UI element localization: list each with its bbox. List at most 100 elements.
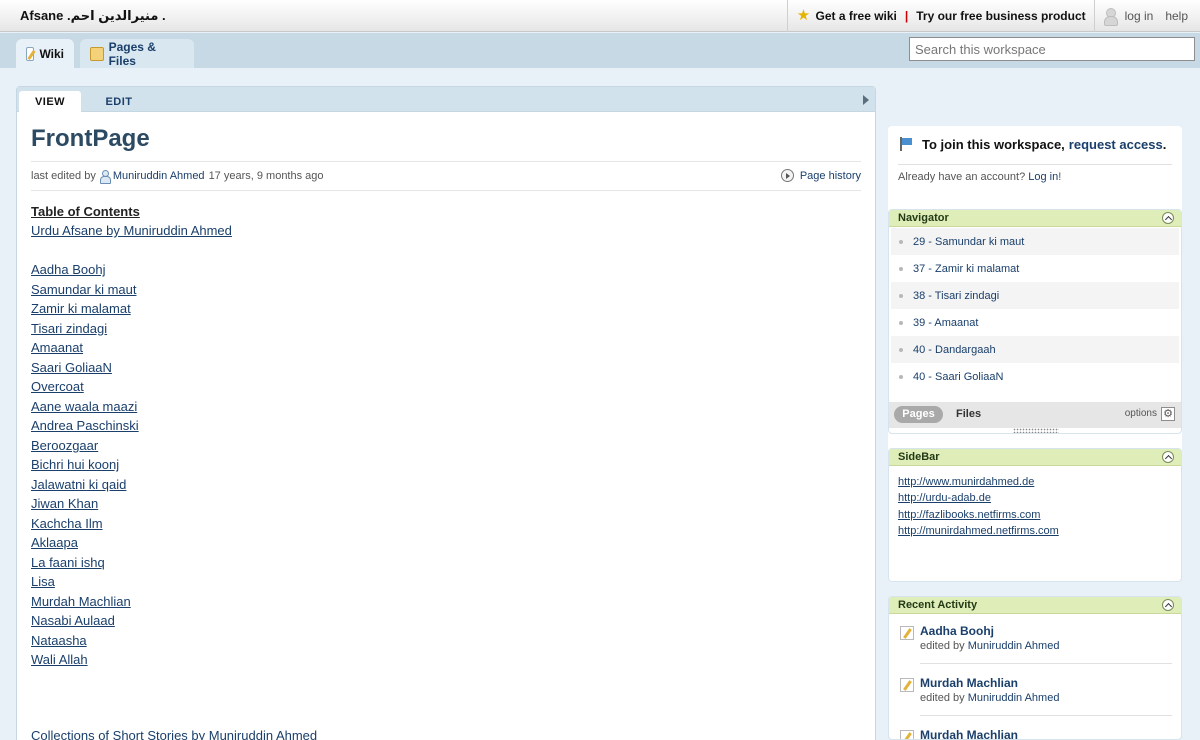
collapse-icon[interactable] <box>1162 599 1174 611</box>
activity-page-link[interactable]: Murdah Machlian <box>920 676 1018 690</box>
toc-link[interactable]: Overcoat <box>31 379 84 394</box>
sidebar-widget: SideBar http://www.munirdahmed.de http:/… <box>888 448 1182 582</box>
resize-grip-icon[interactable] <box>1013 428 1059 433</box>
navigator-item[interactable]: 40 - Saari GoliaaN <box>891 363 1179 390</box>
wiki-page-icon <box>26 46 35 61</box>
toc-link[interactable]: Aadha Boohj <box>31 262 105 277</box>
activity-item: Murdah Machlian edited by Muniruddin Ahm… <box>898 676 1172 716</box>
activity-page-link[interactable]: Aadha Boohj <box>920 624 994 638</box>
get-free-wiki-link[interactable]: Get a free wiki <box>816 9 897 23</box>
pages-toggle[interactable]: Pages <box>894 406 943 423</box>
toc-link[interactable]: Beroozgaar <box>31 438 98 453</box>
recent-activity-header: Recent Activity <box>889 597 1181 614</box>
toc-link[interactable]: Aklaapa <box>31 535 78 550</box>
activity-by-text: edited by <box>920 692 965 704</box>
user-icon <box>99 170 111 184</box>
toc-link[interactable]: Aane waala maazi <box>31 399 137 414</box>
navigator-item-label: 40 - Saari GoliaaN <box>913 370 1004 383</box>
toc-link[interactable]: Collections of Short Stories by Munirudd… <box>31 728 317 740</box>
toc-link[interactable]: Bichri hui koonj <box>31 457 119 472</box>
try-business-link[interactable]: Try our free business product <box>916 9 1085 23</box>
history-icon <box>780 169 794 182</box>
recent-activity-widget: Recent Activity Aadha Boohj edited by Mu… <box>888 596 1182 740</box>
toc-link[interactable]: Murdah Machlian <box>31 594 131 609</box>
user-icon <box>1103 7 1118 26</box>
toc-link[interactable]: La faani ishq <box>31 555 105 570</box>
tab-pages-files[interactable]: Pages & Files <box>80 39 194 68</box>
navigator-item-label: 37 - Zamir ki malamat <box>913 262 1020 275</box>
activity-byline: edited by Muniruddin Ahmed <box>920 640 1059 652</box>
log-in-link[interactable]: Log in <box>1028 171 1058 183</box>
navigator-item[interactable]: 29 - Samundar ki maut <box>891 228 1179 255</box>
sidebar-link[interactable]: http://fazlibooks.netfirms.com <box>898 509 1040 521</box>
navigator-widget: Navigator 29 - Samundar ki maut 37 - Zam… <box>888 209 1182 434</box>
collapse-icon[interactable] <box>1162 212 1174 224</box>
navigator-item[interactable]: 40 - Dandargaah <box>891 336 1179 363</box>
toc-link[interactable]: Wali Allah <box>31 652 88 667</box>
navigator-item-label: 38 - Tisari zindagi <box>913 289 1000 302</box>
activity-author-link[interactable]: Muniruddin Ahmed <box>968 692 1060 704</box>
divider <box>920 663 1172 664</box>
edit-pencil-icon <box>900 730 914 739</box>
help-link[interactable]: help <box>1165 9 1188 23</box>
toc-link[interactable]: Urdu Afsane by Muniruddin Ahmed <box>31 223 232 238</box>
page-history[interactable]: Page history <box>780 169 861 182</box>
toc-link[interactable]: Samundar ki maut <box>31 282 137 297</box>
join-period: . <box>1162 136 1167 152</box>
navigator-header: Navigator <box>889 210 1181 227</box>
toc-link[interactable]: Zamir ki malamat <box>31 301 131 316</box>
navigator-item[interactable]: 37 - Zamir ki malamat <box>891 255 1179 282</box>
sidebar-link[interactable]: http://munirdahmed.netfirms.com <box>898 525 1059 537</box>
edit-pencil-icon <box>900 678 914 692</box>
navigator-item-label: 39 - Amaanat <box>913 316 979 329</box>
gear-icon[interactable]: ⚙ <box>1161 407 1175 421</box>
folder-icon <box>90 46 104 61</box>
recent-activity-title: Recent Activity <box>898 599 978 611</box>
activity-by-text: edited by <box>920 640 965 652</box>
divider <box>898 164 1172 165</box>
workspace-title[interactable]: Afsane .منیرالدین احم . <box>20 8 166 24</box>
toc-link[interactable]: Saari GoliaaN <box>31 360 112 375</box>
page-history-link[interactable]: Page history <box>800 170 861 182</box>
navigator-item[interactable]: 39 - Amaanat <box>891 309 1179 336</box>
toc-link[interactable]: Tisari zindagi <box>31 321 107 336</box>
toc-link[interactable]: Andrea Paschinski <box>31 418 139 433</box>
top-bar: Afsane .منیرالدین احم . ★ Get a free wik… <box>0 0 1200 32</box>
sidebar-link[interactable]: http://www.munirdahmed.de <box>898 476 1034 488</box>
toc-link[interactable]: Jalawatni ki qaid <box>31 477 126 492</box>
toc-link[interactable]: Lisa <box>31 574 55 589</box>
toc-title: Table of Contents <box>31 204 140 219</box>
activity-byline: edited by Muniruddin Ahmed <box>920 692 1059 704</box>
tab-wiki[interactable]: Wiki <box>16 39 74 68</box>
navigator-item-label: 29 - Samundar ki maut <box>913 235 1025 248</box>
request-access-link[interactable]: request access <box>1069 137 1163 152</box>
collapse-icon[interactable] <box>1162 451 1174 463</box>
already-end: ! <box>1058 171 1062 183</box>
toc-link[interactable]: Kachcha Ilm <box>31 516 103 531</box>
expand-arrow-icon[interactable] <box>863 95 869 105</box>
activity-page-link[interactable]: Murdah Machlian <box>920 728 1018 739</box>
tab-view[interactable]: VIEW <box>19 91 81 113</box>
bullet-icon <box>899 347 903 352</box>
login-link[interactable]: log in <box>1125 9 1154 23</box>
search-input[interactable] <box>909 37 1195 61</box>
toc-link[interactable]: Amaanat <box>31 340 83 355</box>
toc-link[interactable]: Nataasha <box>31 633 87 648</box>
tab-edit[interactable]: EDIT <box>91 91 147 113</box>
edited-author-link[interactable]: Muniruddin Ahmed <box>113 170 205 182</box>
edit-pencil-icon <box>900 626 914 640</box>
divider <box>1093 0 1095 32</box>
star-icon: ★ <box>796 7 811 24</box>
edited-time: 17 years, 9 months ago <box>208 170 324 182</box>
toc-link[interactable]: Jiwan Khan <box>31 496 98 511</box>
navigator-item[interactable]: 38 - Tisari zindagi <box>891 282 1179 309</box>
join-text: To join this workspace, <box>922 136 1065 152</box>
toc-link[interactable]: Nasabi Aulaad <box>31 613 115 628</box>
options-link[interactable]: options <box>1125 408 1157 419</box>
sidebar-link[interactable]: http://urdu-adab.de <box>898 492 991 504</box>
activity-author-link[interactable]: Muniruddin Ahmed <box>968 640 1060 652</box>
navigator-title: Navigator <box>898 212 949 224</box>
flag-icon <box>898 136 914 152</box>
files-toggle[interactable]: Files <box>956 408 981 420</box>
activity-item: Murdah Machlian <box>898 728 1172 739</box>
